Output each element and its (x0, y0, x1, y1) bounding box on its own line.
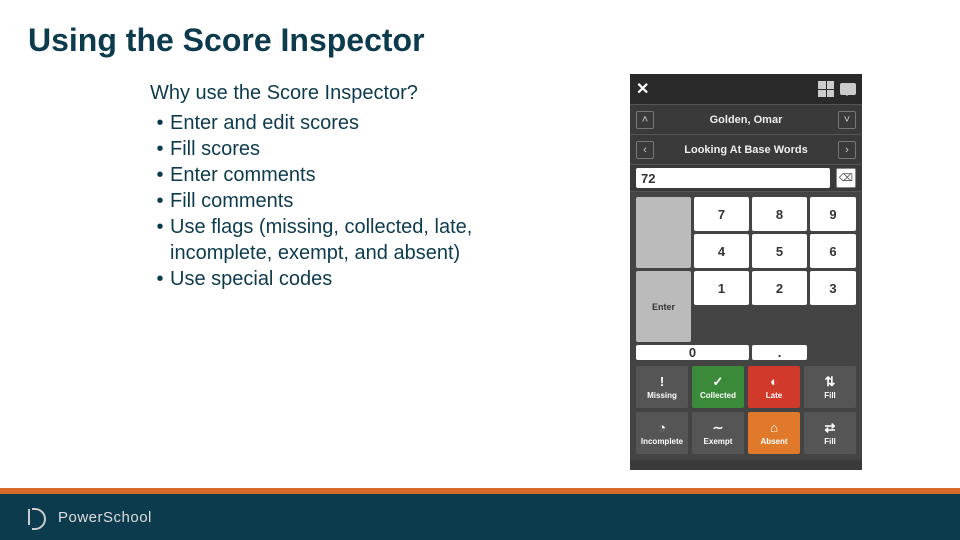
fill-vertical-icon: ⇅ (822, 375, 838, 389)
key-enter[interactable]: Enter (636, 271, 691, 342)
clear-score-button[interactable]: ⌫ (836, 168, 856, 188)
clock-icon: ◐ (766, 375, 782, 389)
comment-icon[interactable] (840, 83, 856, 95)
list-item: •Use special codes (150, 266, 540, 292)
assignment-name: Looking At Base Words (654, 144, 838, 156)
student-row: ˄ Golden, Omar ˅ (630, 104, 862, 134)
chevron-right-icon[interactable]: › (838, 141, 856, 159)
keypad: 7 8 9 4 5 6 1 2 3 Enter 0 . (630, 192, 862, 363)
list-item: •Enter and edit scores (150, 110, 540, 136)
score-input[interactable]: 72 (636, 168, 830, 188)
brand-name: PowerSchool (58, 509, 152, 526)
key-5[interactable]: 5 (752, 234, 807, 268)
flag-fill-horizontal[interactable]: ⇄Fill (804, 412, 856, 454)
flag-absent[interactable]: ⌂Absent (748, 412, 800, 454)
key-1[interactable]: 1 (694, 271, 749, 305)
key-4[interactable]: 4 (694, 234, 749, 268)
key-dot[interactable]: . (752, 345, 807, 360)
list-item: •Enter comments (150, 162, 540, 188)
flag-collected[interactable]: ✓Collected (692, 366, 744, 408)
list-item: •Use flags (missing, collected, late, in… (150, 214, 540, 266)
key-blank[interactable] (636, 197, 691, 268)
incomplete-icon: ◔ (654, 421, 670, 435)
grid-view-icon[interactable] (818, 81, 834, 97)
key-9[interactable]: 9 (810, 197, 856, 231)
assignment-row: ‹ Looking At Base Words › (630, 134, 862, 164)
fill-horizontal-icon: ⇄ (822, 421, 838, 435)
flag-incomplete[interactable]: ◔Incomplete (636, 412, 688, 454)
key-6[interactable]: 6 (810, 234, 856, 268)
student-name: Golden, Omar (654, 114, 838, 126)
logo-icon (28, 506, 50, 528)
bullet-list: •Enter and edit scores •Fill scores •Ent… (150, 110, 540, 292)
list-item: •Fill comments (150, 188, 540, 214)
flag-missing[interactable]: !Missing (636, 366, 688, 408)
lead-question: Why use the Score Inspector? (150, 80, 540, 106)
footer-bar: PowerSchool (0, 494, 960, 540)
flag-fill-vertical[interactable]: ⇅Fill (804, 366, 856, 408)
chevron-left-icon[interactable]: ‹ (636, 141, 654, 159)
list-item: •Fill scores (150, 136, 540, 162)
exclamation-icon: ! (654, 375, 670, 389)
chair-icon: ⌂ (766, 421, 782, 435)
score-inspector-panel: ✕ ˄ Golden, Omar ˅ ‹ Looking At Base Wor… (630, 74, 862, 470)
flag-exempt[interactable]: ∼Exempt (692, 412, 744, 454)
flag-late[interactable]: ◐Late (748, 366, 800, 408)
key-2[interactable]: 2 (752, 271, 807, 305)
key-0[interactable]: 0 (636, 345, 749, 360)
chevron-up-icon[interactable]: ˄ (636, 111, 654, 129)
slide: Using the Score Inspector Why use the Sc… (0, 0, 960, 540)
key-7[interactable]: 7 (694, 197, 749, 231)
flag-grid: !Missing ✓Collected ◐Late ⇅Fill ◔Incompl… (630, 363, 862, 460)
close-icon[interactable]: ✕ (636, 79, 649, 99)
slide-title: Using the Score Inspector (28, 22, 425, 59)
chevron-down-icon[interactable]: ˅ (838, 111, 856, 129)
key-3[interactable]: 3 (810, 271, 856, 305)
check-icon: ✓ (710, 375, 726, 389)
inspector-header: ✕ (630, 74, 862, 104)
body-text: Why use the Score Inspector? •Enter and … (150, 80, 540, 292)
score-row: 72 ⌫ (630, 164, 862, 192)
brand-logo: PowerSchool (28, 506, 152, 528)
exempt-icon: ∼ (710, 421, 726, 435)
key-8[interactable]: 8 (752, 197, 807, 231)
